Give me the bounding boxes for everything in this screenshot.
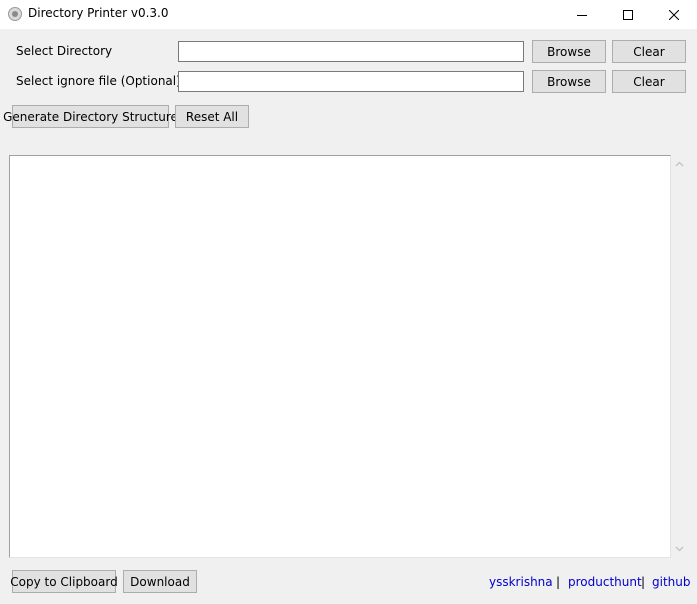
ignore-file-path-input[interactable] — [178, 71, 524, 92]
link-separator: | — [641, 575, 646, 589]
scroll-down-icon[interactable] — [675, 544, 684, 553]
copy-to-clipboard-button[interactable]: Copy to Clipboard — [10, 570, 118, 593]
producthunt-link[interactable]: producthunt — [568, 575, 642, 589]
browse-directory-button[interactable]: Browse — [532, 40, 606, 63]
window-title: Directory Printer v0.3.0 — [28, 6, 169, 20]
browse-ignore-file-button[interactable]: Browse — [532, 70, 606, 93]
clear-ignore-file-button[interactable]: Clear — [612, 70, 686, 93]
github-link[interactable]: github — [652, 575, 690, 589]
clear-directory-button[interactable]: Clear — [612, 40, 686, 63]
select-ignore-file-label: Select ignore file (Optional) — [16, 74, 181, 88]
directory-path-input[interactable] — [178, 41, 524, 62]
close-icon — [669, 9, 679, 20]
download-button[interactable]: Download — [123, 570, 197, 593]
output-text-area[interactable] — [9, 155, 671, 558]
generate-directory-structure-button[interactable]: Generate Directory Structure — [3, 105, 178, 128]
minimize-button[interactable] — [559, 0, 605, 29]
app-icon — [8, 7, 22, 21]
ysskrishna-link[interactable]: ysskrishna — [489, 575, 553, 589]
maximize-button[interactable] — [605, 0, 651, 29]
link-separator: | — [556, 575, 561, 589]
minimize-icon — [577, 14, 587, 16]
scroll-up-icon[interactable] — [675, 160, 684, 169]
select-directory-label: Select Directory — [16, 44, 113, 58]
vertical-scrollbar[interactable] — [671, 155, 688, 558]
maximize-icon — [623, 9, 633, 20]
reset-all-button[interactable]: Reset All — [175, 105, 249, 128]
close-button[interactable] — [651, 0, 697, 29]
title-bar: Directory Printer v0.3.0 — [0, 0, 697, 29]
